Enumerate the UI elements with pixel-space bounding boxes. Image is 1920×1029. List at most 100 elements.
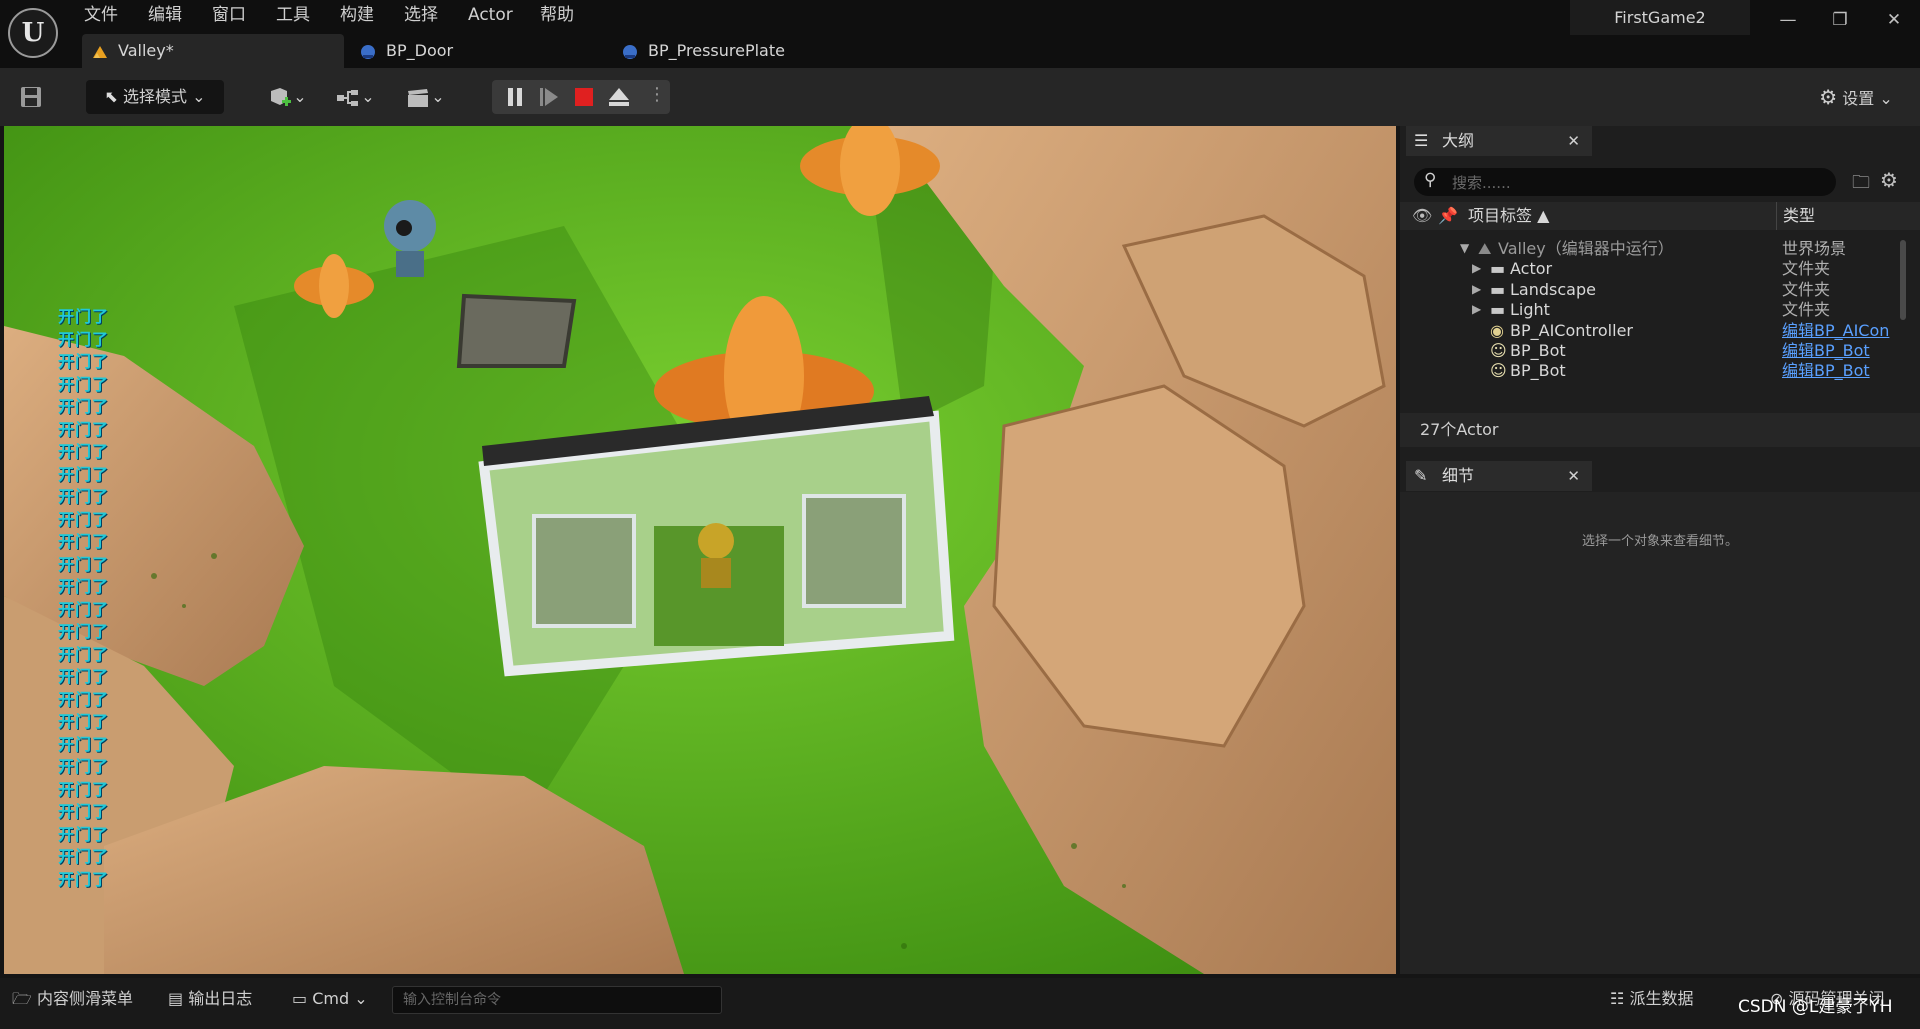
outliner-icon: ☰: [1414, 131, 1429, 150]
chevron-down-icon: ⌄: [293, 87, 307, 106]
menu-window[interactable]: 窗口: [212, 0, 246, 30]
log-line: 开门了: [58, 824, 110, 844]
column-type[interactable]: 类型: [1776, 202, 1815, 230]
blueprint-icon: [623, 44, 637, 59]
menu-help[interactable]: 帮助: [540, 0, 574, 30]
log-line: 开门了: [58, 577, 110, 596]
close-icon[interactable]: ✕: [1567, 126, 1580, 156]
log-line: 开门了: [58, 599, 110, 619]
stop-button[interactable]: [573, 86, 595, 112]
level-viewport[interactable]: 开门了 开门了 开门了 开门了 开门了 开门了 开门了 开门了 开门了 开门了 开门了 开门了 开门了开…: [4, 126, 1396, 974]
pencil-icon: ✎: [1414, 466, 1428, 485]
add-folder-icon[interactable]: 🗀: [1852, 170, 1870, 200]
outliner-scrollbar[interactable]: [1900, 240, 1906, 320]
chevron-down-icon: ⌄: [361, 87, 375, 106]
log-line: 开门了: [58, 419, 110, 439]
details-empty-message: 选择一个对象来查看细节。: [1581, 534, 1738, 549]
column-label[interactable]: 项目标签 ▲: [1468, 202, 1549, 230]
settings-label: 设置: [1842, 89, 1875, 108]
step-forward-icon: [540, 88, 558, 106]
frame-skip-button[interactable]: [538, 86, 560, 112]
search-icon: ⚲: [1424, 170, 1437, 190]
content-drawer-label: 内容侧滑菜单: [36, 989, 133, 1008]
menu-build[interactable]: 构建: [340, 0, 374, 30]
project-name: FirstGame2: [1570, 0, 1750, 35]
log-line: 开门了: [58, 644, 110, 664]
chevron-down-icon: ⌄: [354, 989, 368, 1008]
log-line: 开门了: [58, 667, 110, 686]
tab-valley[interactable]: Valley*: [82, 34, 344, 68]
log-line: 开门了: [58, 779, 110, 799]
blueprint-icon: [361, 44, 375, 59]
restore-button[interactable]: ❐: [1820, 0, 1860, 40]
close-icon[interactable]: ✕: [1567, 461, 1580, 491]
chevron-down-icon: ⌄: [192, 87, 206, 106]
level-icon: [93, 45, 107, 58]
log-icon: ▤: [168, 989, 184, 1008]
tab-bp-door[interactable]: BP_Door: [350, 34, 610, 68]
eject-icon: [609, 88, 629, 106]
status-bar: 🗁 内容侧滑菜单 ▤ 输出日志 ▭ Cmd ⌄ ☷ 派生数据 ⊘ 源码管理关闭: [0, 978, 1920, 1029]
menu-tools[interactable]: 工具: [276, 0, 310, 30]
pause-icon: [508, 88, 522, 106]
tab-label: Valley*: [118, 41, 174, 60]
outliner-search[interactable]: ⚲: [1414, 168, 1836, 198]
output-log-label: 输出日志: [188, 989, 253, 1008]
log-line: 开门了: [58, 352, 110, 371]
menu-edit[interactable]: 编辑: [148, 0, 182, 30]
derived-data-button[interactable]: ☷ 派生数据: [1610, 978, 1693, 1020]
log-line: 开门了: [58, 442, 110, 461]
log-line: 开门了: [58, 802, 110, 821]
cinematics-button[interactable]: ⌄: [400, 80, 450, 114]
outliner-column-header: 👁 📌 项目标签 ▲ 类型: [1400, 202, 1920, 230]
output-log-button[interactable]: ▤ 输出日志: [168, 978, 252, 1020]
tab-label: BP_PressurePlate: [648, 41, 785, 60]
unreal-logo-icon[interactable]: U: [8, 8, 58, 58]
add-actor-button[interactable]: ⌄: [262, 80, 312, 114]
title-bar: U 文件 编辑 窗口 工具 构建 选择 Actor 帮助 Valley* BP_…: [0, 0, 1920, 68]
log-line: 开门了: [58, 532, 110, 551]
clapperboard-icon: [408, 88, 429, 107]
menu-actor[interactable]: Actor: [468, 0, 513, 30]
select-mode-dropdown[interactable]: ⬉ 选择模式 ⌄: [86, 80, 224, 114]
pawn-icon: ☺: [1490, 361, 1507, 381]
search-input[interactable]: [1450, 168, 1824, 198]
menu-select[interactable]: 选择: [404, 0, 438, 30]
log-line: 开门了: [58, 622, 110, 641]
log-line: 开门了: [58, 374, 110, 394]
add-actor-icon: [271, 87, 292, 106]
eject-button[interactable]: [608, 86, 630, 112]
drawer-icon: 🗁: [12, 989, 32, 1008]
cmd-dropdown[interactable]: ▭ Cmd ⌄: [292, 978, 368, 1020]
cursor-icon: ⬉: [104, 87, 118, 106]
eye-icon[interactable]: 👁: [1412, 202, 1432, 230]
save-icon[interactable]: [18, 84, 44, 110]
blueprint-graph-icon: [337, 89, 359, 106]
minimize-button[interactable]: —: [1768, 0, 1808, 40]
content-drawer-button[interactable]: 🗁 内容侧滑菜单: [12, 978, 133, 1020]
log-line: 开门了: [58, 509, 110, 529]
more-options-icon[interactable]: ⋮: [648, 84, 666, 110]
pressure-plate: [456, 293, 577, 368]
settings-button[interactable]: ⚙ 设置 ⌄: [1810, 80, 1902, 114]
gear-icon: ⚙: [1819, 85, 1838, 109]
tab-details[interactable]: ✎ 细节 ✕: [1406, 461, 1592, 491]
log-line: 开门了: [58, 554, 110, 574]
gear-icon[interactable]: ⚙: [1880, 168, 1898, 192]
blueprint-menu-button[interactable]: ⌄: [330, 80, 380, 114]
log-line: 开门了: [58, 757, 110, 776]
log-line: 开门了: [58, 329, 110, 349]
tab-bp-pressureplate[interactable]: BP_PressurePlate: [612, 34, 892, 68]
select-mode-label: 选择模式: [122, 87, 187, 106]
console-command-input[interactable]: [392, 986, 722, 1014]
database-icon: ☷: [1610, 989, 1625, 1008]
pause-button[interactable]: [504, 86, 526, 112]
pin-icon[interactable]: 📌: [1438, 202, 1458, 230]
tab-outliner[interactable]: ☰ 大纲 ✕: [1406, 126, 1592, 156]
outliner-row[interactable]: ☺ BP_Bot 编辑BP_Bot: [1400, 358, 1905, 383]
close-button[interactable]: ✕: [1874, 0, 1914, 40]
menu-file[interactable]: 文件: [84, 0, 118, 30]
log-line: 开门了: [58, 734, 110, 754]
log-line: 开门了: [58, 487, 110, 506]
edit-blueprint-link[interactable]: 编辑BP_Bot: [1782, 358, 1870, 383]
